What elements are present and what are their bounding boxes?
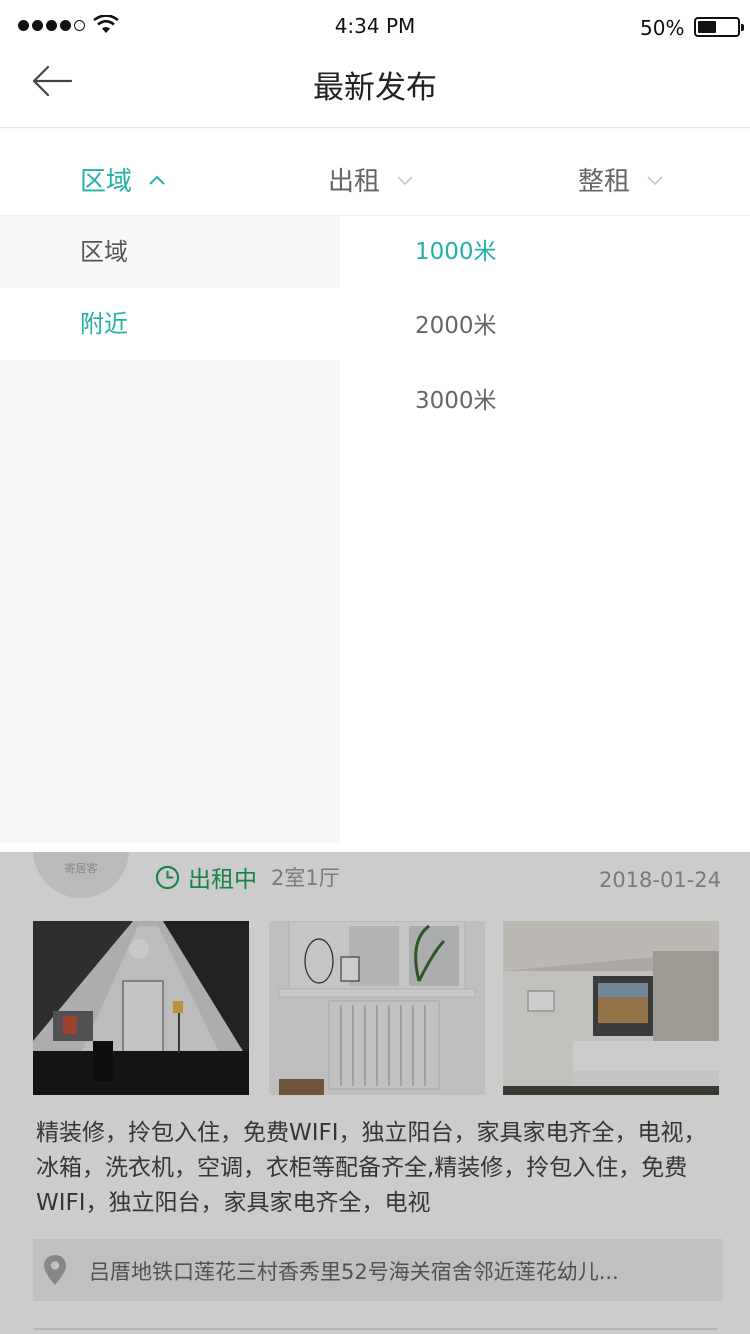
chevron-down-icon bbox=[647, 175, 663, 185]
distance-option-1000[interactable]: 1000米 bbox=[415, 232, 497, 266]
filter-tab-rent[interactable]: 出租 bbox=[328, 161, 414, 198]
page-title: 最新发布 bbox=[313, 70, 437, 106]
dropdown-option-list: 1000米 2000米 3000米 bbox=[340, 216, 750, 852]
filter-tab-label: 出租 bbox=[328, 167, 381, 197]
dropdown-category-list: 区域 附近 bbox=[0, 216, 340, 843]
filter-tab-whole-rent[interactable]: 整租 bbox=[578, 161, 664, 198]
category-item-area[interactable]: 区域 bbox=[0, 216, 340, 288]
distance-option-3000[interactable]: 3000米 bbox=[415, 381, 497, 415]
dropdown-backdrop[interactable] bbox=[0, 852, 750, 1334]
filter-tab-area[interactable]: 区域 bbox=[80, 161, 166, 198]
chevron-up-icon bbox=[149, 175, 165, 185]
status-bar: 4:34 PM 50% bbox=[0, 0, 750, 52]
navigation-bar: 最新发布 bbox=[0, 52, 750, 128]
filter-tab-label: 区域 bbox=[80, 167, 133, 197]
battery-percentage: 50% bbox=[640, 16, 685, 40]
filter-bar: 区域 出租 整租 bbox=[0, 141, 750, 216]
filter-tab-label: 整租 bbox=[578, 167, 631, 197]
battery-icon bbox=[694, 17, 744, 37]
status-time: 4:34 PM bbox=[334, 14, 416, 38]
category-item-nearby[interactable]: 附近 bbox=[0, 288, 340, 360]
chevron-down-icon bbox=[397, 175, 413, 185]
distance-option-2000[interactable]: 2000米 bbox=[415, 306, 497, 340]
